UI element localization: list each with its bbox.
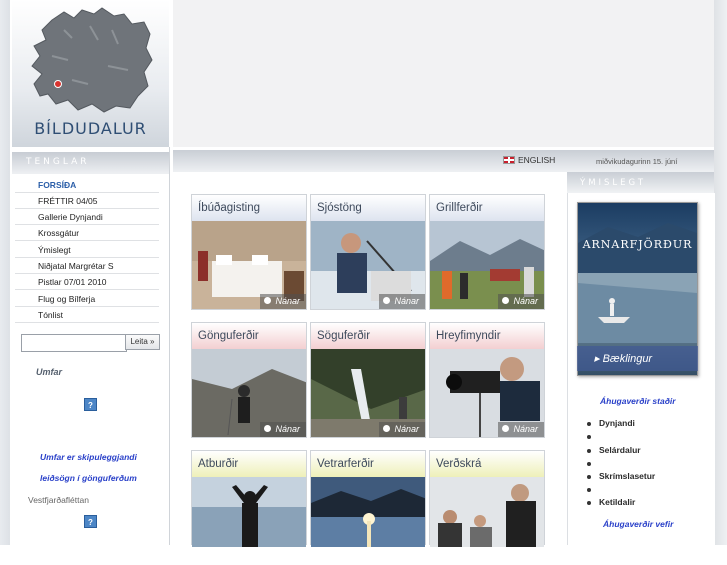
logo-title: BÍLDUDALUR [34,119,147,138]
tile-title[interactable]: Gönguferðir [192,323,306,349]
video-camera-photo[interactable]: Nánar [430,349,544,437]
tile-title[interactable]: Söguferðir [311,323,425,349]
bullet-icon [587,435,591,439]
tile-title[interactable]: Vetrarferðir [311,451,425,477]
places-heading[interactable]: Áhugaverðir staðir [600,396,676,406]
sidebar-item-pistlar[interactable]: Pistlar 07/01 2010 [15,275,159,290]
sidebar-item-nidjatal[interactable]: Niðjatal Margrétar S [15,259,159,274]
tile-title[interactable]: Verðskrá [430,451,544,477]
umfar-label: Umfar [36,367,63,377]
more-button[interactable]: Nánar [260,422,306,437]
brochure-subtitle[interactable]: ▸ Bæklingur [594,352,652,365]
umfar-description-line2[interactable]: leiðsögn í gönguferðum [40,473,137,483]
tile-vetrarferdir[interactable]: Vetrarferðir [310,450,426,547]
sidebar-item-ymislegt[interactable]: Ýmislegt [15,243,159,258]
websites-heading[interactable]: Áhugaverðir vefir [603,519,673,529]
place-skrimslasetur[interactable]: Skrímslasetur [599,471,655,481]
help-icon[interactable]: ? [84,398,97,411]
tile-title[interactable]: Hreyfimyndir [430,323,544,349]
tile-ibudagisting[interactable]: Íbúðagisting Nánar [191,194,307,310]
tile-soguferdir[interactable]: Söguferðir Nánar [310,322,426,438]
more-button[interactable]: Nánar [498,422,544,437]
place-selardalur[interactable]: Selárdalur [599,445,641,455]
tile-verdskra[interactable]: Verðskrá [429,450,545,547]
more-button[interactable]: Nánar [260,294,306,309]
history-tour-photo[interactable]: Nánar [311,349,425,437]
apartment-photo[interactable]: Nánar [192,221,306,309]
bullet-icon [587,501,591,505]
english-link[interactable]: ENGLISH [518,155,555,165]
winter-trip-photo[interactable] [311,477,425,565]
tile-title[interactable]: Sjóstöng [311,195,425,221]
tile-grillferdir[interactable]: Grillferðir Nánar [429,194,545,310]
more-button[interactable]: Nánar [379,294,425,309]
events-photo[interactable] [192,477,306,565]
uk-flag-icon[interactable] [503,156,515,164]
header-banner [173,0,714,147]
sidebar-item-flug[interactable]: Flug og Bílferja [15,292,159,307]
page-right-margin [714,0,727,545]
page-left-margin [0,0,10,545]
vestfjardafléttan-label: Vestfjarðafléttan [28,495,89,505]
bullet-icon [587,462,591,466]
umfar-description-line1[interactable]: Umfar er skipuleggjandi [40,452,137,462]
right-heading: ÝMISLEGT [580,178,647,188]
sidebar-heading: TENGLAR [26,157,90,167]
current-date: miðvikudagurinn 15. júní [596,157,678,166]
tile-hreyfimyndir[interactable]: Hreyfimyndir Nánar [429,322,545,438]
bullet-icon [587,488,591,492]
sea-fishing-photo[interactable]: Nánar [311,221,425,309]
more-button[interactable]: Nánar [498,294,544,309]
hiking-photo[interactable]: Nánar [192,349,306,437]
place-dynjandi[interactable]: Dynjandi [599,418,635,428]
place-ketildalir[interactable]: Ketildalir [599,497,635,507]
tile-sjostong[interactable]: Sjóstöng Nánar [310,194,426,310]
sidebar-item-tonlist[interactable]: Tónlist [15,308,159,323]
brochure-title[interactable]: ARNARFJÖRÐUR [577,238,698,251]
sidebar-item-gallerie[interactable]: Gallerie Dynjandi [15,210,159,225]
sidebar-item-forsida[interactable]: FORSÍÐA [15,178,159,193]
more-button[interactable]: Nánar [379,422,425,437]
sidebar-item-krossgatur[interactable]: Krossgátur [15,226,159,241]
tile-title[interactable]: Atburðir [192,451,306,477]
tile-atburdir[interactable]: Atburðir [191,450,307,547]
barbecue-trip-photo[interactable]: Nánar [430,221,544,309]
tile-title[interactable]: Íbúðagisting [192,195,306,221]
bullet-icon [587,475,591,479]
search-input[interactable] [21,334,127,352]
price-list-photo[interactable] [430,477,544,565]
search-button[interactable]: Leita » [125,334,160,350]
help-icon-2[interactable]: ? [84,515,97,528]
bullet-icon [587,449,591,453]
sidebar-item-frettir[interactable]: FRÉTTIR 04/05 [15,194,159,209]
tile-gonguferdir[interactable]: Gönguferðir Nánar [191,322,307,438]
bullet-icon [587,422,591,426]
tile-title[interactable]: Grillferðir [430,195,544,221]
